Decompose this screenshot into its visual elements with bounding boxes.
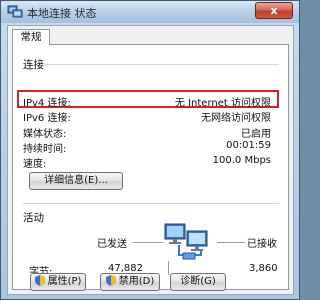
media-state-value: 已启用 bbox=[241, 129, 271, 140]
bytes-separator bbox=[168, 261, 169, 275]
received-label: 已接收 bbox=[247, 239, 277, 250]
speed-value: 100.0 Mbps bbox=[212, 155, 271, 166]
uac-shield-icon bbox=[105, 275, 116, 286]
speed-row: 速度: 100.0 Mbps bbox=[23, 155, 271, 170]
ipv6-row: IPv6 连接: 无网络访问权限 bbox=[23, 109, 271, 124]
uac-shield-icon bbox=[34, 275, 45, 286]
received-line bbox=[217, 242, 245, 243]
tab-general[interactable]: 常规 bbox=[12, 29, 50, 45]
ipv4-row: IPv4 连接: 无 Internet 访问权限 bbox=[23, 94, 271, 109]
diagnose-button[interactable]: 诊断(G) bbox=[170, 273, 226, 291]
media-state-label: 媒体状态: bbox=[23, 129, 67, 140]
disable-button[interactable]: 禁用(D) bbox=[100, 273, 160, 291]
duration-label: 持续时间: bbox=[23, 144, 67, 155]
sent-line bbox=[133, 242, 163, 243]
ipv4-value: 无 Internet 访问权限 bbox=[174, 98, 271, 109]
close-button[interactable]: x bbox=[255, 2, 293, 19]
duration-row: 持续时间: 00:01:59 bbox=[23, 140, 271, 155]
sent-label: 已发送 bbox=[97, 239, 127, 250]
bytes-received-value: 3,860 bbox=[249, 263, 278, 274]
properties-button[interactable]: 属性(P) bbox=[30, 273, 86, 291]
disable-label: 禁用(D) bbox=[118, 276, 155, 287]
ipv6-value: 无网络访问权限 bbox=[201, 113, 271, 124]
network-adapter-icon bbox=[7, 5, 23, 18]
close-icon: x bbox=[270, 4, 278, 17]
window-client-area: 常规 连接 IPv4 连接: 无 Internet 访问权限 IPv6 连接: … bbox=[7, 25, 294, 295]
section-divider bbox=[23, 203, 279, 204]
window-title: 本地连接 状态 bbox=[27, 7, 97, 20]
connection-heading: 连接 bbox=[23, 59, 44, 71]
status-window: 本地连接 状态 x 常规 连接 IPv4 连接: 无 Internet 访问权限… bbox=[0, 0, 300, 300]
general-tab-panel: 连接 IPv4 连接: 无 Internet 访问权限 IPv6 连接: 无网络… bbox=[12, 44, 289, 290]
details-button[interactable]: 详细信息(E)... bbox=[29, 172, 123, 190]
media-state-row: 媒体状态: 已启用 bbox=[23, 125, 271, 140]
ipv6-label: IPv6 连接: bbox=[23, 113, 71, 124]
ipv4-label: IPv4 连接: bbox=[23, 98, 71, 109]
activity-heading: 活动 bbox=[23, 212, 44, 224]
properties-label: 属性(P) bbox=[47, 276, 82, 287]
title-bar[interactable]: 本地连接 状态 x bbox=[1, 1, 299, 23]
connection-divider bbox=[45, 64, 279, 65]
network-computers-icon bbox=[164, 223, 208, 260]
speed-label: 速度: bbox=[23, 159, 47, 170]
duration-value: 00:01:59 bbox=[226, 140, 271, 151]
